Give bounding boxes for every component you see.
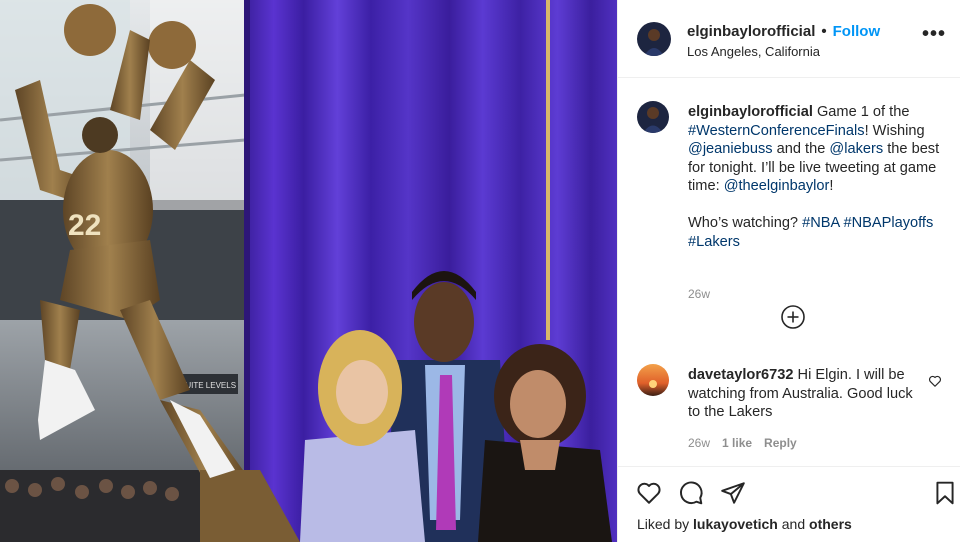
post-photo[interactable]: SUITE LEVELS 22 bbox=[0, 0, 617, 542]
caption-part: ! Wishing bbox=[864, 122, 925, 139]
hashtag-link[interactable]: #NBA bbox=[802, 215, 839, 231]
comment-meta: 26w 1 like Reply bbox=[688, 436, 797, 450]
caption-text: elginbaylorofficial Game 1 of the #Weste… bbox=[688, 103, 948, 251]
statue-jersey-number: 22 bbox=[68, 209, 101, 242]
caption-part: and the bbox=[776, 141, 826, 157]
hashtag-link[interactable]: #NBAPlayoffs bbox=[844, 215, 934, 231]
comment-likes[interactable]: 1 like bbox=[722, 436, 752, 450]
liked-by-prefix: Liked by bbox=[637, 516, 690, 532]
caption-part: Game 1 of the bbox=[816, 104, 910, 120]
bookmark-icon[interactable] bbox=[932, 480, 958, 506]
heart-icon[interactable] bbox=[636, 480, 662, 506]
author-avatar[interactable] bbox=[637, 22, 671, 56]
reply-button[interactable]: Reply bbox=[764, 436, 797, 450]
photo-illustration: SUITE LEVELS 22 bbox=[0, 0, 617, 542]
comment-timestamp[interactable]: 26w bbox=[688, 436, 710, 450]
commenter-username[interactable]: davetaylor6732 bbox=[688, 367, 793, 383]
share-icon[interactable] bbox=[720, 480, 746, 506]
commenter-avatar[interactable] bbox=[637, 364, 669, 396]
liked-by-user[interactable]: lukayovetich bbox=[693, 516, 778, 532]
hashtag-link[interactable]: #WesternConferenceFinals bbox=[688, 123, 865, 139]
comment-text: davetaylor6732 Hi Elgin. I will be watch… bbox=[688, 366, 913, 422]
liked-by-others[interactable]: others bbox=[809, 516, 852, 532]
caption-username[interactable]: elginbaylorofficial bbox=[688, 104, 813, 120]
follow-button[interactable]: Follow bbox=[833, 23, 881, 40]
caption-part: Who’s watching? bbox=[688, 215, 799, 231]
hashtag-link[interactable]: #Lakers bbox=[688, 234, 740, 250]
author-username[interactable]: elginbaylorofficial bbox=[687, 23, 815, 40]
action-bar: Liked by lukayovetich and others bbox=[618, 466, 960, 542]
header-line: elginbaylorofficial • Follow bbox=[687, 23, 880, 40]
mention-link[interactable]: @theelginbaylor bbox=[724, 178, 830, 194]
mention-link[interactable]: @jeaniebuss bbox=[688, 141, 773, 157]
liked-by-and: and bbox=[781, 516, 806, 532]
liked-by-summary: Liked by lukayovetich and others bbox=[637, 516, 852, 532]
more-options-icon[interactable]: ••• bbox=[922, 24, 946, 44]
mention-link[interactable]: @lakers bbox=[829, 141, 883, 157]
plus-circle-icon[interactable] bbox=[781, 305, 805, 329]
caption-timestamp[interactable]: 26w bbox=[688, 287, 710, 301]
post-header: elginbaylorofficial • Follow Los Angeles… bbox=[618, 0, 960, 78]
separator-dot: • bbox=[821, 23, 827, 40]
heart-outline-icon[interactable] bbox=[928, 374, 942, 388]
post-side-panel: elginbaylorofficial • Follow Los Angeles… bbox=[617, 0, 960, 542]
comment-icon[interactable] bbox=[678, 480, 704, 506]
caption-avatar[interactable] bbox=[637, 101, 669, 133]
post-location[interactable]: Los Angeles, California bbox=[687, 44, 820, 59]
caption-part: ! bbox=[829, 178, 834, 194]
